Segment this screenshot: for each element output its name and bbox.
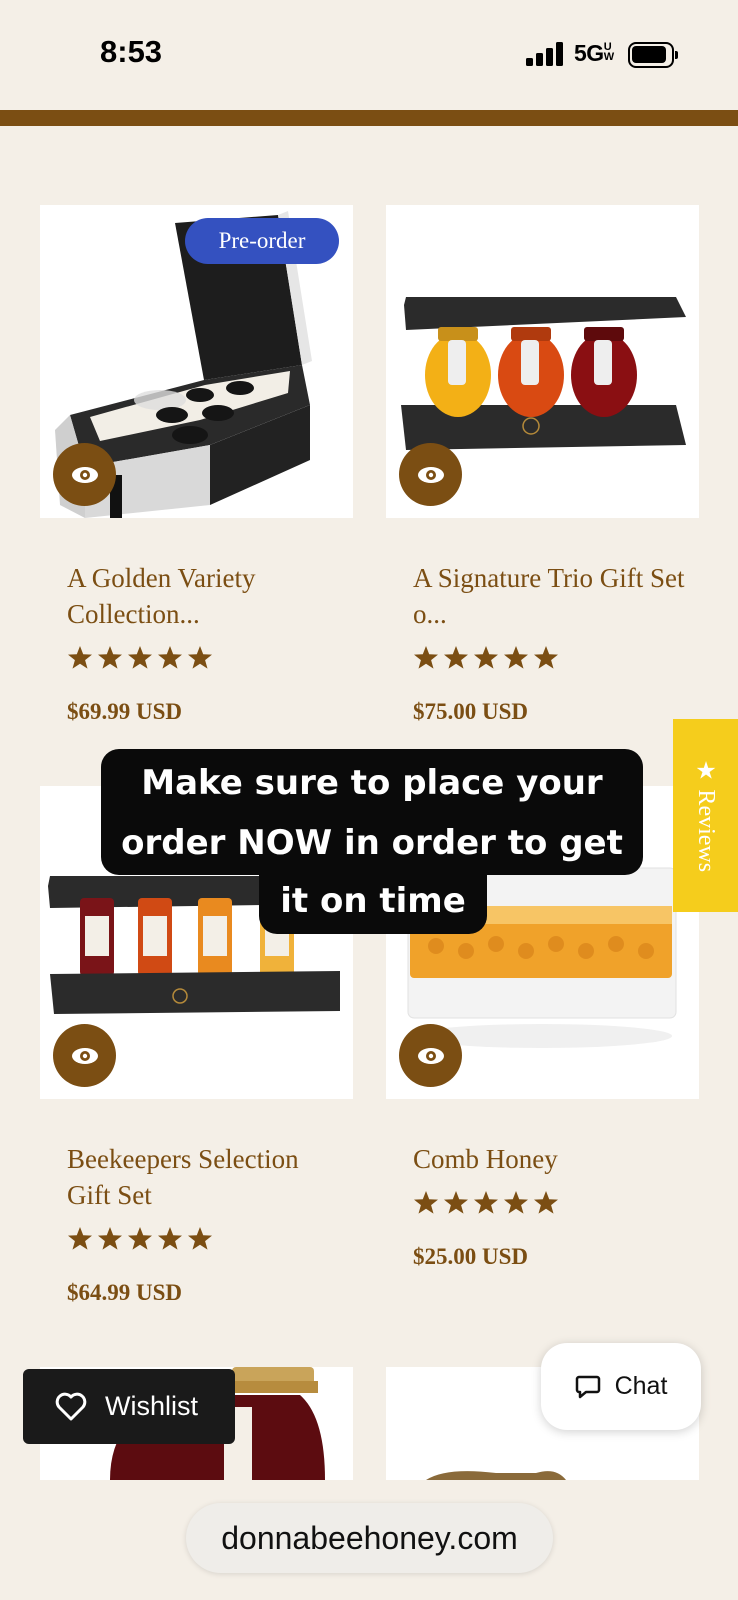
- star-icon: [444, 1191, 468, 1214]
- star-rating: [413, 645, 559, 670]
- star-rating: [67, 645, 213, 670]
- product-price: $69.99 USD: [67, 699, 183, 724]
- star-icon: [444, 646, 468, 669]
- wishlist-label: Wishlist: [105, 1391, 198, 1421]
- product-title[interactable]: A Golden Variety Collection...: [67, 560, 347, 632]
- promo-line-1: Make sure to place your: [141, 763, 603, 803]
- product-card[interactable]: Pre-order A Golden Variety Collection...…: [40, 205, 353, 725]
- star-icon: [414, 646, 438, 669]
- star-icon: [188, 1227, 212, 1250]
- wishlist-button[interactable]: Wishlist: [23, 1369, 235, 1444]
- star-icon: [128, 646, 152, 669]
- star-icon: [128, 1227, 152, 1250]
- star-icon: [98, 646, 122, 669]
- url-text: donnabeehoney.com: [221, 1519, 518, 1556]
- star-rating: [413, 1190, 559, 1215]
- star-icon: [504, 1191, 528, 1214]
- quick-view-button[interactable]: [53, 1024, 116, 1087]
- star-icon: [188, 646, 212, 669]
- product-price: $64.99 USD: [67, 1280, 183, 1305]
- reviews-label: Reviews: [693, 788, 719, 872]
- star-icon: [158, 646, 182, 669]
- chat-bubble-icon: [575, 1375, 600, 1398]
- browser-address-bar[interactable]: donnabeehoney.com: [186, 1503, 553, 1573]
- star-icon: [534, 1191, 558, 1214]
- star-icon: [534, 646, 558, 669]
- promo-line-3: it on time: [259, 875, 487, 934]
- preorder-badge: Pre-order: [185, 218, 339, 264]
- product-image[interactable]: Pre-order: [40, 205, 353, 518]
- product-title[interactable]: Comb Honey: [413, 1141, 693, 1177]
- quick-view-button[interactable]: [399, 1024, 462, 1087]
- star-icon: [504, 646, 528, 669]
- reviews-tab[interactable]: ★ Reviews: [673, 719, 738, 912]
- star-icon: [474, 646, 498, 669]
- star-icon: [98, 1227, 122, 1250]
- star-icon: [68, 1227, 92, 1250]
- product-title[interactable]: Beekeepers Selection Gift Set: [67, 1141, 347, 1213]
- eye-icon: [71, 1047, 98, 1064]
- product-price: $25.00 USD: [413, 1244, 529, 1269]
- promo-line-2: order NOW in order to get: [121, 823, 623, 863]
- network-label: 5GUW: [574, 40, 616, 67]
- product-title[interactable]: A Signature Trio Gift Set o...: [413, 560, 693, 632]
- eye-icon: [71, 466, 98, 483]
- heart-icon: [55, 1392, 87, 1421]
- eye-icon: [417, 466, 444, 483]
- quick-view-button[interactable]: [53, 443, 116, 506]
- signal-icon: [526, 42, 564, 66]
- eye-icon: [417, 1047, 444, 1064]
- star-icon: ★: [694, 756, 717, 785]
- star-icon: [414, 1191, 438, 1214]
- star-icon: [474, 1191, 498, 1214]
- star-icon: [68, 646, 92, 669]
- network-suffix: UW: [603, 41, 614, 63]
- header-divider: [0, 110, 738, 126]
- product-price: $75.00 USD: [413, 699, 529, 724]
- star-rating: [67, 1226, 213, 1251]
- star-icon: [158, 1227, 182, 1250]
- battery-icon: [628, 42, 678, 68]
- status-bar: 8:53 5GUW: [0, 0, 738, 110]
- status-time: 8:53: [100, 34, 163, 69]
- chat-label: Chat: [614, 1372, 668, 1400]
- product-image[interactable]: [386, 205, 699, 518]
- quick-view-button[interactable]: [399, 443, 462, 506]
- product-card[interactable]: A Signature Trio Gift Set o... $75.00 US…: [386, 205, 699, 725]
- chat-button[interactable]: Chat: [541, 1343, 701, 1430]
